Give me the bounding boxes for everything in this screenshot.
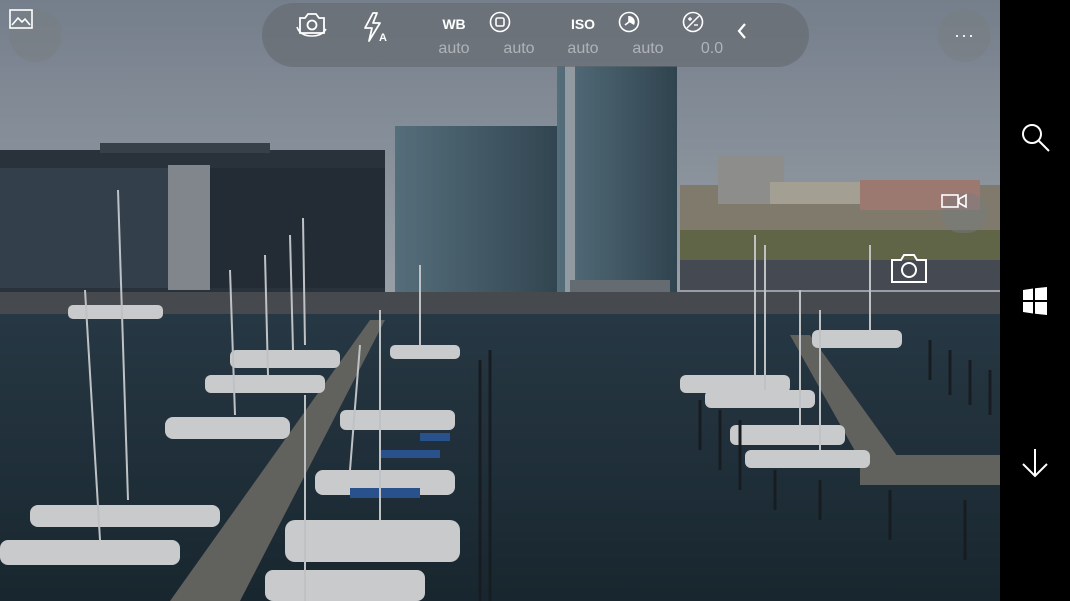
white-balance-label: WB	[442, 16, 466, 32]
back-button[interactable]	[1000, 433, 1070, 493]
camera-icon	[891, 254, 927, 283]
gallery-icon	[9, 9, 33, 29]
flash-badge: A	[379, 32, 387, 43]
collapse-settings-button[interactable]	[736, 3, 784, 67]
focus-value: auto	[503, 40, 535, 57]
iso-value: auto	[567, 40, 599, 57]
arrow-down-icon	[1022, 449, 1048, 478]
windows-logo-icon	[1023, 287, 1047, 315]
camera-viewfinder[interactable]: ··· A WB auto auto ISO auto auto 0.0	[0, 0, 1000, 601]
focus-mode-button[interactable]: auto	[489, 3, 549, 67]
gallery-button[interactable]	[9, 9, 62, 62]
take-photo-button[interactable]	[890, 252, 980, 342]
switch-camera-button[interactable]	[296, 3, 356, 67]
video-mode-button[interactable]	[941, 193, 987, 233]
exposure-compensation-value: 0.0	[700, 40, 724, 57]
more-options-button[interactable]: ···	[938, 9, 991, 62]
flash-mode-button[interactable]: A	[360, 3, 420, 67]
viewfinder-scene	[0, 0, 1000, 601]
white-balance-value: auto	[438, 40, 470, 57]
shutter-speed-button[interactable]: auto	[618, 3, 678, 67]
search-button[interactable]	[1000, 107, 1070, 167]
white-balance-button[interactable]: WB auto	[424, 3, 484, 67]
iso-button[interactable]: ISO auto	[553, 3, 613, 67]
shutter-speed-value: auto	[632, 40, 664, 57]
switch-camera-icon	[296, 13, 327, 37]
camera-settings-bar: A WB auto auto ISO auto auto 0.0	[262, 3, 809, 67]
search-icon	[1022, 124, 1050, 152]
chevron-left-icon	[737, 23, 746, 39]
shutter-speed-icon	[618, 11, 640, 33]
start-button[interactable]	[1000, 271, 1070, 331]
focus-icon	[489, 11, 511, 33]
more-icon: ···	[954, 25, 975, 45]
video-camera-icon	[941, 193, 967, 209]
iso-label: ISO	[570, 16, 596, 32]
exposure-compensation-button[interactable]: 0.0	[682, 3, 742, 67]
navigation-bar	[1000, 0, 1070, 601]
exposure-compensation-icon	[682, 11, 704, 33]
flash-auto-icon: A	[364, 12, 387, 43]
